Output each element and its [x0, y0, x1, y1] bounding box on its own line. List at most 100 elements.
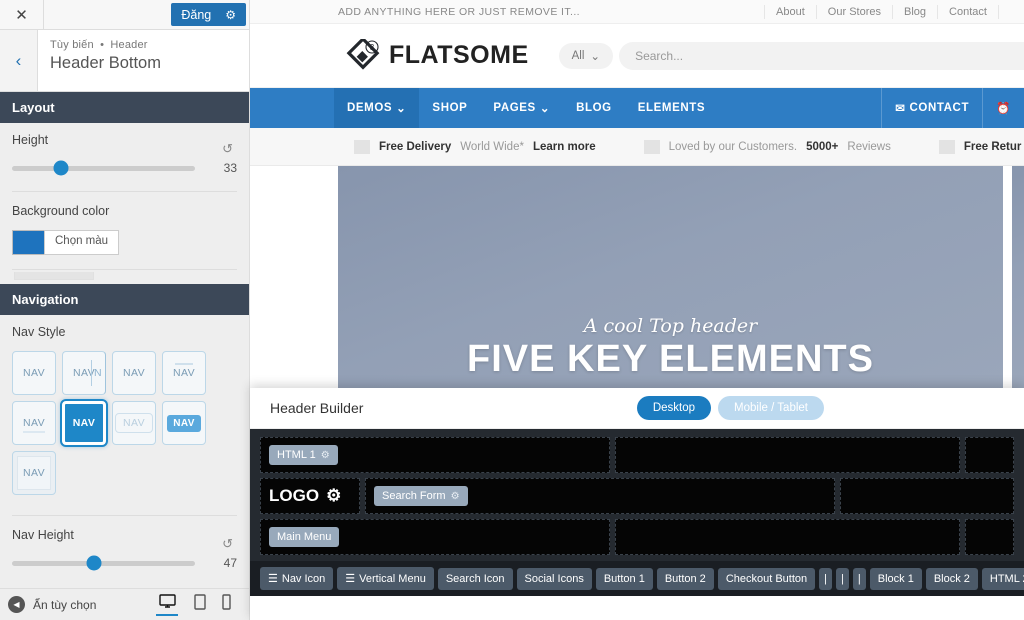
builder-dropzone-bottom-left[interactable]: Main Menu — [260, 519, 610, 555]
top-link-about[interactable]: About — [764, 5, 816, 19]
palette-item-social-icons[interactable]: Social Icons — [517, 568, 592, 590]
gear-icon[interactable]: ⚙ — [451, 491, 460, 502]
palette-item-label: Vertical Menu — [359, 573, 426, 585]
palette-item-block-2[interactable]: Block 2 — [926, 568, 978, 590]
section-header-layout[interactable]: Layout — [0, 92, 249, 123]
mobile-icon[interactable] — [222, 594, 231, 616]
tablet-icon[interactable] — [194, 594, 206, 616]
nav-item-demos[interactable]: DEMOS ⌄ — [334, 88, 419, 128]
section-header-navigation[interactable]: Navigation — [0, 284, 249, 315]
nav-height-slider-knob[interactable] — [87, 556, 102, 571]
palette-item-button-1[interactable]: Button 1 — [596, 568, 653, 590]
search-input[interactable]: Search... — [619, 42, 1024, 70]
site-logo[interactable]: 3 FLATSOME — [346, 39, 529, 73]
top-link-contact[interactable]: Contact — [937, 5, 998, 19]
gear-icon[interactable]: ⚙ — [225, 8, 236, 22]
slider-row-nav-height: ↺ 47 — [12, 554, 237, 572]
builder-dropzone-top-left[interactable]: HTML 1 ⚙ — [260, 437, 610, 473]
customizer-panel-header: ‹ Tùy biến • Header Header Bottom — [0, 30, 249, 92]
palette-item-divider-1[interactable]: | — [819, 568, 832, 590]
top-link-our-stores[interactable]: Our Stores — [816, 5, 892, 19]
palette-item-search-icon[interactable]: Search Icon — [438, 568, 513, 590]
builder-chip-main-menu[interactable]: Main Menu — [269, 527, 339, 547]
palette-item-label: | — [858, 573, 861, 585]
publish-button[interactable]: Đăng ⚙ — [171, 3, 246, 26]
breadcrumb-root[interactable]: Tùy biến — [50, 39, 94, 51]
palette-item-html-2[interactable]: HTML 2 — [982, 568, 1024, 590]
nav-item-elements[interactable]: ELEMENTS — [625, 88, 718, 128]
builder-chip-search-form[interactable]: Search Form ⚙ — [374, 486, 468, 506]
control-label-height: Height — [12, 133, 237, 147]
palette-item-nav-icon[interactable]: ☰ Nav Icon — [260, 567, 333, 590]
nav-style-label: NAV — [23, 367, 45, 379]
builder-dropzone-top-right[interactable] — [965, 437, 1014, 473]
nav-item-shop[interactable]: SHOP — [419, 88, 480, 128]
builder-grid: HTML 1 ⚙ LOGO ⚙ Search Form — [250, 429, 1024, 561]
hamburger-icon: ☰ — [268, 572, 278, 585]
divider — [12, 269, 237, 270]
close-icon[interactable]: ✕ — [0, 0, 44, 29]
desktop-icon[interactable] — [156, 594, 178, 616]
collapse-label[interactable]: Ẩn tùy chọn — [33, 598, 96, 612]
builder-dropzone-middle-center[interactable]: Search Form ⚙ — [365, 478, 835, 514]
hero-headline: FIVE KEY ELEMENTS — [338, 338, 1003, 381]
top-link-overflow[interactable] — [998, 5, 1024, 19]
nav-style-option-7[interactable]: NAV — [112, 401, 156, 445]
chevron-left-circle-icon[interactable]: ◀ — [8, 596, 25, 613]
top-bar-links: About Our Stores Blog Contact — [764, 5, 1024, 19]
builder-row-middle: LOGO ⚙ Search Form ⚙ — [260, 478, 1014, 514]
palette-item-divider-2[interactable]: | — [836, 568, 849, 590]
builder-dropzone-middle-left[interactable]: LOGO ⚙ — [260, 478, 360, 514]
tab-mobile-tablet[interactable]: Mobile / Tablet — [718, 396, 824, 420]
builder-dropzone-middle-right[interactable] — [840, 478, 1014, 514]
color-picker-row: Chọn màu — [12, 230, 237, 255]
reset-icon[interactable]: ↺ — [222, 141, 233, 157]
header-builder-toolbar: Header Builder Desktop Mobile / Tablet — [250, 388, 1024, 429]
nav-item-contact[interactable]: ✉ CONTACT — [881, 88, 982, 128]
nav-style-option-9[interactable]: NAV — [12, 451, 56, 495]
clock-icon: ⏰ — [996, 101, 1011, 115]
nav-item-label: PAGES — [493, 102, 535, 114]
builder-chip-logo[interactable]: LOGO ⚙ — [269, 486, 341, 506]
nav-item-hours[interactable]: ⏰ — [982, 88, 1024, 128]
envelope-icon: ✉ — [895, 101, 905, 115]
nav-style-option-6-selected[interactable]: NAV — [62, 401, 106, 445]
gear-icon[interactable]: ⚙ — [321, 450, 330, 461]
palette-item-divider-3[interactable]: | — [853, 568, 866, 590]
hero-next-slide-peek[interactable] — [1012, 166, 1024, 391]
nav-style-option-2[interactable]: NAV — [62, 351, 106, 395]
builder-dropzone-bottom-right[interactable] — [965, 519, 1014, 555]
palette-item-vertical-menu[interactable]: ☰ Vertical Menu — [337, 567, 434, 590]
palette-item-block-1[interactable]: Block 1 — [870, 568, 922, 590]
builder-dropzone-bottom-center[interactable] — [615, 519, 960, 555]
palette-item-button-2[interactable]: Button 2 — [657, 568, 714, 590]
gear-icon[interactable]: ⚙ — [326, 486, 341, 506]
breadcrumb-parent[interactable]: Header — [110, 39, 147, 51]
nav-item-pages[interactable]: PAGES ⌄ — [480, 88, 563, 128]
info-strong: 5000+ — [806, 141, 838, 153]
reset-icon[interactable]: ↺ — [222, 536, 233, 552]
nav-style-option-4[interactable]: NAV — [162, 351, 206, 395]
height-slider-knob[interactable] — [54, 161, 69, 176]
builder-dropzone-top-center[interactable] — [615, 437, 960, 473]
nav-height-slider[interactable] — [12, 561, 195, 566]
search-category-select[interactable]: All ⌄ — [559, 43, 613, 69]
tab-desktop[interactable]: Desktop — [637, 396, 711, 420]
nav-style-option-3[interactable]: NAV — [112, 351, 156, 395]
nav-style-option-8[interactable]: NAV — [162, 401, 206, 445]
site-nav-right: ✉ CONTACT ⏰ — [797, 88, 1024, 128]
top-link-blog[interactable]: Blog — [892, 5, 937, 19]
nav-style-option-5[interactable]: NAV — [12, 401, 56, 445]
customizer-screen: ✕ Đăng ⚙ ‹ Tùy biến • Header Header Bott… — [0, 0, 1024, 620]
nav-style-grid: NAV NAV NAV NAV NAV — [12, 351, 237, 495]
chevron-left-icon[interactable]: ‹ — [0, 30, 38, 91]
color-swatch[interactable] — [12, 230, 44, 255]
builder-chip-html-1[interactable]: HTML 1 ⚙ — [269, 445, 338, 465]
height-slider[interactable] — [12, 166, 195, 171]
choose-color-button[interactable]: Chọn màu — [44, 230, 119, 255]
info-strong: Free Delivery — [379, 141, 451, 153]
nav-item-blog[interactable]: BLOG — [563, 88, 625, 128]
info-link[interactable]: Learn more — [533, 141, 596, 153]
nav-style-option-1[interactable]: NAV — [12, 351, 56, 395]
palette-item-checkout-button[interactable]: Checkout Button — [718, 568, 815, 590]
